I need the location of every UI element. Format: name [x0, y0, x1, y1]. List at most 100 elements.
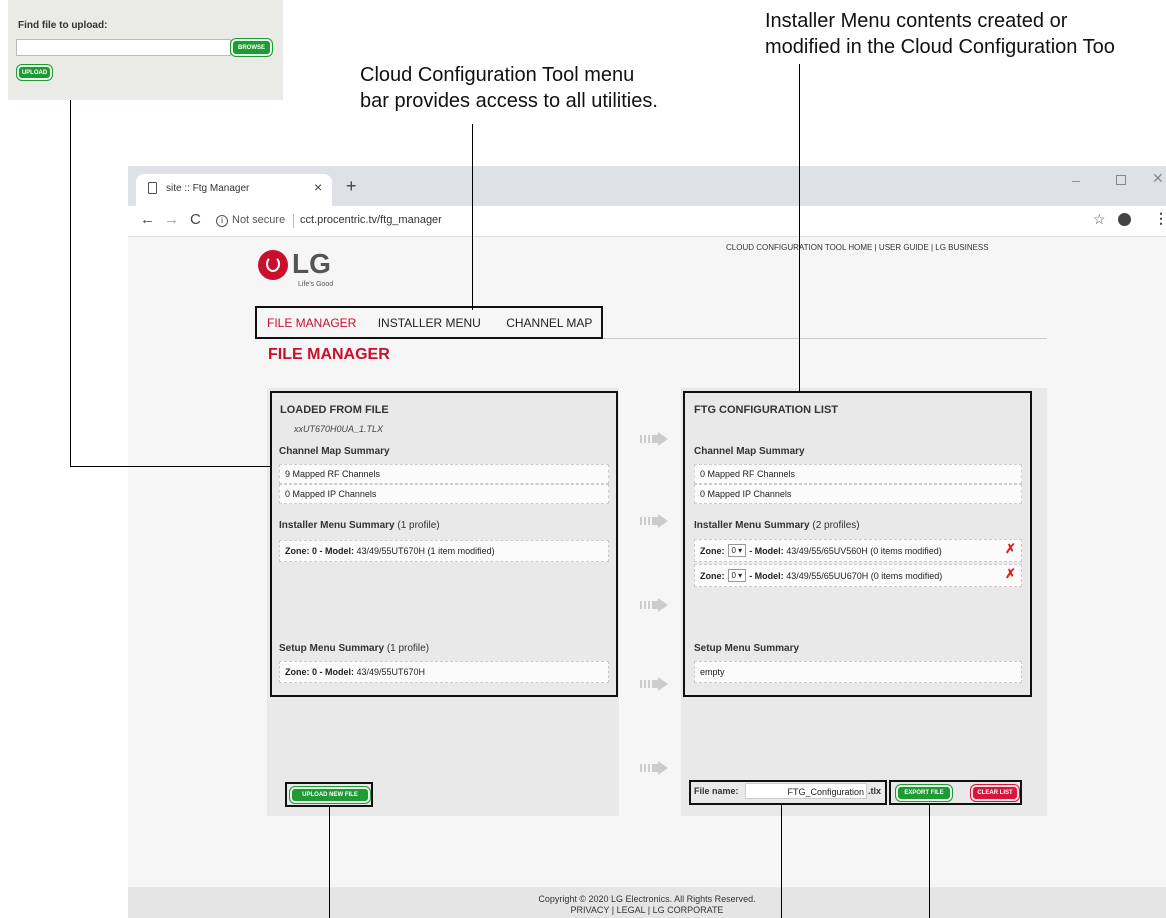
remove-profile-icon[interactable]: ✗: [1005, 541, 1016, 557]
nav-channel-map[interactable]: CHANNEL MAP: [506, 316, 592, 330]
ftg-title: FTG CONFIGURATION LIST: [694, 404, 839, 416]
transfer-arrow-icon[interactable]: [640, 514, 668, 528]
lg-logo-mark-icon: [258, 250, 288, 280]
user-guide-link[interactable]: USER GUIDE: [879, 243, 929, 252]
loaded-title: LOADED FROM FILE: [280, 404, 389, 416]
callout-line-2: modified in the Cloud Configuration Too: [765, 36, 1115, 58]
find-file-label: Find file to upload:: [18, 20, 108, 31]
loaded-rf-channels-row: 9 Mapped RF Channels: [279, 464, 609, 484]
transfer-arrow-icon[interactable]: [640, 598, 668, 612]
profile-icon[interactable]: [1118, 213, 1131, 226]
tagline: Life's Good: [298, 281, 334, 288]
lg-corporate-link[interactable]: LG CORPORATE: [653, 905, 724, 915]
loaded-setup-row: Zone: 0 - Model: 43/49/55UT670H: [279, 661, 609, 683]
lg-business-link[interactable]: LG BUSINESS: [935, 243, 988, 252]
page-content: CLOUD CONFIGURATION TOOL HOME | USER GUI…: [128, 237, 1166, 918]
tab-title: site :: Ftg Manager: [166, 183, 250, 194]
profile-model-value: 43/49/55/65UU670H (0 items modified): [786, 570, 943, 581]
ftg-list-callout: Installer Menu contents created or modif…: [765, 8, 1166, 60]
nav-installer-menu[interactable]: INSTALLER MENU: [378, 316, 481, 330]
installer-profile-count: (2 profiles): [812, 520, 860, 531]
upload-button[interactable]: UPLOAD: [17, 65, 52, 80]
model-label: - Model:: [749, 545, 784, 556]
loaded-ip-channels-row: 0 Mapped IP Channels: [279, 484, 609, 504]
bookmark-star-icon[interactable]: ☆: [1093, 211, 1106, 228]
top-links: CLOUD CONFIGURATION TOOL HOME | USER GUI…: [726, 243, 989, 252]
installer-model-value: 43/49/55UT670H (1 item modified): [356, 546, 495, 556]
forward-icon[interactable]: →: [164, 211, 179, 228]
loaded-filename: xxUT670H0UA_1.TLX: [294, 424, 384, 434]
leader-line: [472, 124, 473, 310]
file-name-label: File name:: [694, 786, 739, 796]
zone-model-label: Zone: 0 - Model:: [285, 546, 354, 556]
loaded-installer-row: Zone: 0 - Model: 43/49/55UT670H (1 item …: [279, 540, 609, 562]
url-text[interactable]: cct.procentric.tv/ftg_manager: [300, 214, 442, 226]
privacy-link[interactable]: PRIVACY: [571, 905, 610, 915]
file-path-input[interactable]: [16, 39, 231, 56]
upload-new-file-button[interactable]: UPLOAD NEW FILE: [290, 787, 370, 803]
browser-tab[interactable]: site :: Ftg Manager ×: [136, 174, 332, 206]
close-tab-icon[interactable]: ×: [314, 179, 322, 195]
not-secure-label: Not secure: [232, 214, 286, 226]
export-file-button[interactable]: EXPORT FILE: [896, 785, 952, 801]
clear-list-button[interactable]: CLEAR LIST: [971, 785, 1019, 801]
transfer-arrow-icon[interactable]: [640, 432, 668, 446]
footer-copyright: Copyright © 2020 LG Electronics. All Rig…: [538, 894, 756, 904]
leader-line: [929, 805, 930, 918]
leader-line: [781, 805, 782, 918]
maximize-icon[interactable]: [1116, 175, 1126, 185]
remove-profile-icon[interactable]: ✗: [1005, 566, 1016, 582]
ftg-installer-title: Installer Menu Summary (2 profiles): [694, 520, 860, 531]
legal-link[interactable]: LEGAL: [617, 905, 646, 915]
zone-label: Zone:: [700, 570, 725, 581]
callout-line-1: Cloud Configuration Tool menu: [360, 64, 635, 86]
setup-profile-count: (1 profile): [386, 643, 430, 654]
reload-icon[interactable]: C: [190, 211, 201, 228]
setup-model-value: 43/49/55UT670H: [356, 667, 426, 677]
zone-select[interactable]: 0 ▾: [727, 544, 747, 557]
transfer-arrow-icon[interactable]: [640, 761, 668, 775]
installer-summary-label: Installer Menu Summary: [279, 520, 395, 531]
file-extension: .tlx: [868, 786, 882, 796]
model-label: - Model:: [749, 570, 784, 581]
callout-line-1: Installer Menu contents created or: [765, 10, 1068, 32]
leader-line: [799, 64, 800, 392]
file-name-value: FTG_Configuration: [787, 787, 864, 797]
menu-bar-callout: Cloud Configuration Tool menu bar provid…: [360, 62, 658, 114]
lg-logo[interactable]: LG Life's Good: [258, 248, 378, 290]
ftg-setup-row: empty: [694, 661, 1022, 683]
url-divider: [293, 214, 294, 228]
zone-model-label: Zone: 0 - Model:: [285, 667, 354, 677]
upload-inset-panel: Find file to upload: BROWSE UPLOAD: [8, 0, 283, 100]
lg-logo-text: LG: [292, 248, 331, 279]
setup-summary-label: Setup Menu Summary: [279, 643, 385, 654]
callout-line-2: bar provides access to all utilities.: [360, 90, 658, 112]
ftg-ip-channels-row: 0 Mapped IP Channels: [694, 484, 1022, 504]
footer-links: PRIVACY | LEGAL | LG CORPORATE: [570, 905, 724, 915]
menu-dots-icon[interactable]: ⋮: [1154, 210, 1166, 227]
nav-divider: [603, 338, 1047, 339]
browse-button[interactable]: BROWSE: [231, 39, 272, 56]
zone-select[interactable]: 0 ▾: [727, 569, 747, 582]
nav-file-manager[interactable]: FILE MANAGER: [267, 316, 356, 330]
ftg-rf-channels-row: 0 Mapped RF Channels: [694, 464, 1022, 484]
leader-line: [70, 100, 71, 467]
address-bar: ← → C i Not secure cct.procentric.tv/ftg…: [128, 206, 1166, 237]
ftg-profile-row: Zone: 0 ▾ - Model: 43/49/55/65UV560H (0 …: [694, 539, 1022, 562]
minimize-icon[interactable]: –: [1072, 172, 1080, 188]
main-nav: FILE MANAGER INSTALLER MENU CHANNEL MAP: [267, 316, 592, 330]
file-name-input[interactable]: FTG_Configuration: [745, 783, 867, 799]
page-icon: [148, 182, 157, 194]
new-tab-icon[interactable]: +: [346, 176, 357, 197]
logo-mark-inner: [266, 256, 280, 272]
transfer-arrow-icon[interactable]: [640, 677, 668, 691]
info-icon: i: [216, 215, 228, 227]
ftg-channel-summary-title: Channel Map Summary: [694, 446, 805, 457]
installer-summary-label: Installer Menu Summary: [694, 520, 810, 531]
leader-line: [70, 466, 270, 467]
close-window-icon[interactable]: ✕: [1152, 170, 1164, 187]
back-icon[interactable]: ←: [140, 211, 155, 228]
browser-window: site :: Ftg Manager × + – ✕ ← → C i Not …: [128, 166, 1166, 918]
installer-profile-count: (1 profile): [397, 520, 440, 531]
ftg-profile-row: Zone: 0 ▾ - Model: 43/49/55/65UU670H (0 …: [694, 564, 1022, 587]
